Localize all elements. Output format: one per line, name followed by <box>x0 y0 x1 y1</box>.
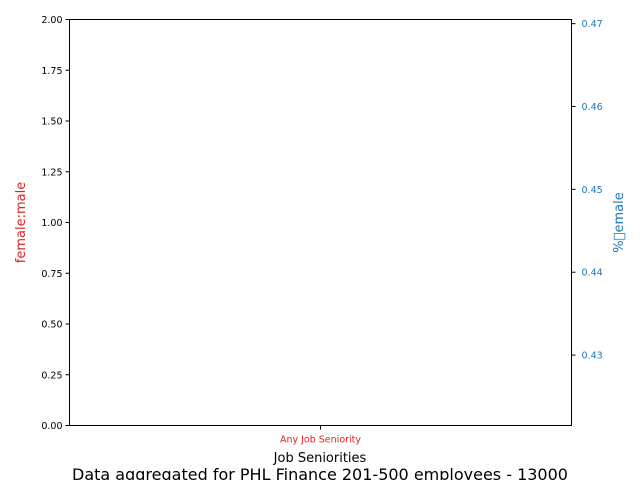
left-y-tick-label: 1.50 <box>41 117 62 128</box>
footer-caption: Data aggregated for PHL Finance 201-500 … <box>72 465 568 480</box>
right-y-tick-label: 0.45 <box>582 185 603 196</box>
chart-background <box>0 0 640 480</box>
left-y-tick-label: 0.25 <box>41 370 62 381</box>
left-y-tick-label: 2.00 <box>41 15 62 26</box>
left-y-tick-label: 1.00 <box>41 218 62 229</box>
right-y-axis-label: % emale <box>612 192 627 252</box>
x-axis-label: Job Seniorities <box>273 451 367 466</box>
right-y-tick-label: 0.43 <box>582 351 603 362</box>
left-y-tick-label: 1.25 <box>41 167 62 178</box>
dual-axis-chart: 0.00 0.25 0.50 0.75 1.00 1.25 1.50 1.75 2.00 0.4… <box>0 0 640 480</box>
left-y-tick-label: 0.50 <box>41 320 62 331</box>
right-y-tick-label: 0.47 <box>582 19 603 30</box>
x-tick-label: Any Job Seniority <box>280 435 361 446</box>
left-y-tick-label: 1.75 <box>41 66 62 77</box>
left-y-tick-label: 0.75 <box>41 269 62 280</box>
right-y-tick-label: 0.46 <box>582 102 603 113</box>
left-y-tick-label: 0.00 <box>41 421 62 432</box>
left-y-axis-label: female:male <box>14 182 29 263</box>
right-y-tick-label: 0.44 <box>582 268 603 279</box>
